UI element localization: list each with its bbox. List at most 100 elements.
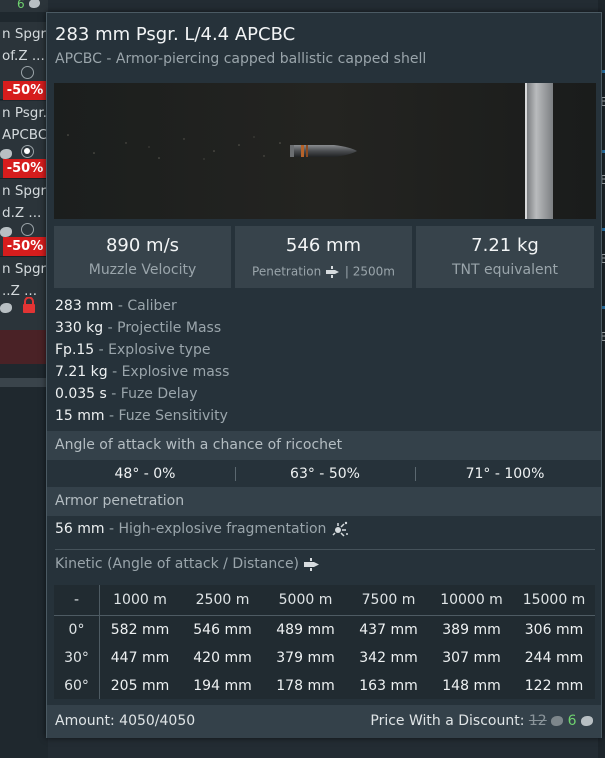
list-item-name: n Spgr.	[2, 26, 48, 42]
he-penetration-value: 56 mm	[55, 521, 105, 537]
table-cell: 342 mm	[359, 650, 418, 666]
fragmentation-icon	[332, 521, 348, 537]
property-fuze-sensitivity: 15 mm - Fuze Sensitivity	[55, 405, 229, 427]
ricochet-value: 63° - 50%	[290, 466, 360, 482]
penetration-value: 546 mm	[285, 235, 362, 256]
penetration-table: - 1000 m 2500 m 5000 m 7500 m 10000 m 15…	[54, 585, 595, 699]
ricochet-values: 48° - 0% 63° - 50% 71° - 100%	[47, 460, 601, 488]
table-cell: 148 mm	[442, 678, 501, 694]
property-fuze-delay: 0.035 s - Fuze Delay	[55, 383, 229, 405]
discount-badge: -50%	[3, 159, 47, 178]
new-price: 6	[567, 713, 577, 729]
property-value: 7.21 kg	[55, 364, 108, 380]
property-value: 283 mm	[55, 298, 114, 314]
table-corner: -	[73, 592, 80, 608]
discount-badge: -50%	[3, 81, 47, 100]
shell-type-description: APCBC - Armor-piercing capped ballistic …	[55, 51, 427, 67]
price-label: Price With a Discount:	[370, 713, 529, 729]
eagle-currency-icon	[0, 149, 12, 159]
tnt-equivalent-stat: 7.21 kg TNT equivalent	[416, 226, 594, 288]
eagle-currency-icon	[581, 716, 593, 726]
property-value: 15 mm	[55, 408, 105, 424]
radio-icon[interactable]	[21, 223, 34, 236]
property-label: - Projectile Mass	[103, 320, 222, 336]
muzzle-velocity-stat: 890 m/s Muzzle Velocity	[54, 226, 231, 288]
penetration-stat: 546 mm Penetration | 2500m	[235, 226, 412, 288]
list-item-name: APCBC	[2, 127, 48, 143]
kinetic-icon	[326, 265, 340, 278]
table-cell: 379 mm	[276, 650, 335, 666]
row-header-angle: 30°	[64, 650, 89, 666]
ammo-amount: Amount: 4050/4050	[55, 713, 196, 729]
locked-row-highlight	[0, 330, 48, 364]
tnt-label: TNT equivalent	[451, 262, 559, 278]
top-count: 6	[17, 0, 25, 11]
kinetic-penetration-label: Kinetic (Angle of attack / Distance)	[55, 556, 300, 572]
property-label: - Explosive type	[94, 342, 211, 358]
divider	[55, 549, 595, 550]
table-cell: 389 mm	[442, 622, 501, 638]
shell-info-tooltip: 283 mm Psgr. L/4.4 APCBC APCBC - Armor-p…	[46, 12, 602, 738]
table-cell: 122 mm	[524, 678, 584, 694]
ricochet-value: 48° - 0%	[114, 466, 176, 482]
table-cell: 307 mm	[442, 650, 501, 666]
list-item-name: n Spgr.	[2, 183, 48, 199]
property-label: - Fuze Sensitivity	[104, 408, 228, 424]
shell-properties: 283 mm - Caliber 330 kg - Projectile Mas…	[55, 295, 229, 427]
table-cell: 582 mm	[110, 622, 170, 638]
penetration-distance: | 2500m	[344, 264, 395, 279]
list-item-name: d.Z ...	[2, 205, 42, 221]
list-item-name: n Spgr.	[2, 261, 48, 277]
eagle-currency-icon	[0, 227, 12, 237]
property-explosive-mass: 7.21 kg - Explosive mass	[55, 361, 229, 383]
column-header: 1000 m	[113, 592, 167, 608]
eagle-currency-icon	[551, 716, 564, 726]
table-cell: 420 mm	[193, 650, 252, 666]
property-value: 330 kg	[55, 320, 104, 336]
discount-price: Price With a Discount: 12 6	[370, 713, 593, 729]
column-header: 5000 m	[278, 592, 333, 608]
tooltip-footer: Amount: 4050/4050 Price With a Discount:…	[47, 705, 601, 738]
table-cell: 447 mm	[110, 650, 170, 666]
table-cell: 178 mm	[276, 678, 335, 694]
table-cell: 163 mm	[359, 678, 418, 694]
table-cell: 306 mm	[524, 622, 584, 638]
ricochet-value: 71° - 100%	[465, 466, 545, 482]
tnt-value: 7.21 kg	[471, 235, 539, 256]
ricochet-header: Angle of attack with a chance of ricoche…	[47, 431, 601, 460]
list-item-name: n Psgr.	[2, 105, 47, 121]
radio-icon[interactable]	[21, 145, 34, 158]
row-header-angle: 60°	[64, 678, 89, 694]
radio-icon[interactable]	[21, 66, 34, 79]
table-cell: 194 mm	[193, 678, 252, 694]
background-shell-list: 6 n Spgr. of.Z ... -50% n Psgr. APCBC -5…	[0, 0, 48, 758]
table-cell: 437 mm	[359, 622, 418, 638]
table-cell: 205 mm	[110, 678, 170, 694]
table-cell: 244 mm	[524, 650, 584, 666]
old-price: 12	[528, 713, 547, 729]
eagle-currency-icon	[29, 0, 40, 8]
penetration-label-row: Penetration | 2500m	[235, 264, 412, 279]
property-projectile-mass: 330 kg - Projectile Mass	[55, 317, 229, 339]
eagle-currency-icon	[0, 303, 12, 313]
discount-badge: -50%	[3, 237, 47, 256]
property-label: - Caliber	[113, 298, 177, 314]
list-item-name: of.Z ...	[2, 48, 45, 64]
property-explosive-type: Fp.15 - Explosive type	[55, 339, 229, 361]
divider	[0, 378, 48, 387]
property-label: - Fuze Delay	[106, 386, 198, 402]
penetration-label: Penetration	[252, 264, 322, 279]
shell-title: 283 mm Psgr. L/4.4 APCBC	[55, 24, 296, 45]
muzzle-velocity-value: 890 m/s	[105, 235, 180, 256]
he-penetration-label: - High-explosive fragmentation	[104, 521, 327, 537]
background-top-row: 6	[0, 0, 48, 12]
list-item[interactable]: n Spgr. ..Z ...	[0, 257, 48, 335]
row-header-angle: 0°	[68, 622, 85, 638]
column-header: 7500 m	[361, 592, 416, 608]
lock-icon	[23, 297, 35, 313]
property-value: Fp.15	[55, 342, 95, 358]
property-value: 0.035 s	[55, 386, 107, 402]
property-label: - Explosive mass	[107, 364, 230, 380]
shell-preview-graphic	[54, 83, 596, 219]
shell-preview	[54, 83, 596, 219]
